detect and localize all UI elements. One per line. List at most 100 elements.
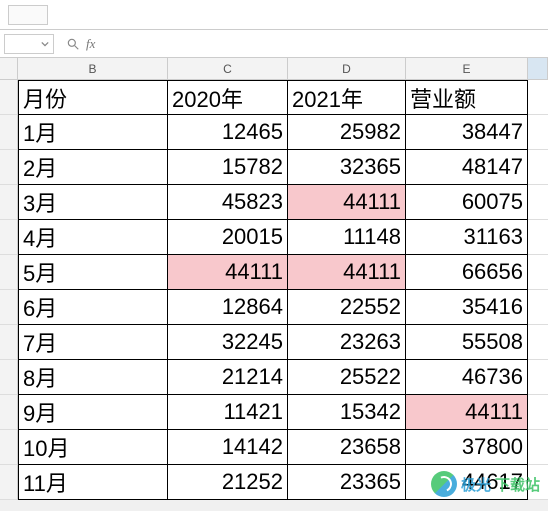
empty-cell[interactable]	[528, 360, 548, 395]
fx-label[interactable]: fx	[86, 36, 95, 52]
row-header[interactable]	[0, 465, 18, 500]
table-row: 3月458234411160075	[0, 185, 548, 220]
data-cell[interactable]: 11月	[18, 465, 168, 500]
row-header[interactable]	[0, 325, 18, 360]
table-row: 8月212142552246736	[0, 360, 548, 395]
data-cell[interactable]: 3月	[18, 185, 168, 220]
data-cell[interactable]: 10月	[18, 430, 168, 465]
data-cell[interactable]: 23658	[288, 430, 406, 465]
ribbon-tab-stub	[8, 5, 48, 25]
row-header[interactable]	[0, 395, 18, 430]
table-row: 2月157823236548147	[0, 150, 548, 185]
table-row: 9月114211534244111	[0, 395, 548, 430]
header-cell[interactable]: 月份	[18, 80, 168, 115]
data-cell[interactable]: 12864	[168, 290, 288, 325]
table-row: 11月212522336544617	[0, 465, 548, 500]
data-cell[interactable]: 44111	[168, 255, 288, 290]
data-cell[interactable]: 15342	[288, 395, 406, 430]
table-row: 10月141422365837800	[0, 430, 548, 465]
data-cell[interactable]: 21252	[168, 465, 288, 500]
table-row: 1月124652598238447	[0, 115, 548, 150]
data-cell[interactable]: 8月	[18, 360, 168, 395]
data-cell[interactable]: 22552	[288, 290, 406, 325]
name-box[interactable]	[4, 34, 54, 54]
table-header-row: 月份2020年2021年营业额	[0, 80, 548, 115]
header-cell[interactable]: 2021年	[288, 80, 406, 115]
col-header-E[interactable]: E	[406, 58, 528, 79]
row-header[interactable]	[0, 185, 18, 220]
select-all-corner[interactable]	[0, 58, 18, 79]
header-cell[interactable]: 营业额	[406, 80, 528, 115]
empty-cell[interactable]	[528, 220, 548, 255]
empty-cell[interactable]	[528, 465, 548, 500]
row-header[interactable]	[0, 360, 18, 395]
data-cell[interactable]: 44617	[406, 465, 528, 500]
data-cell[interactable]: 15782	[168, 150, 288, 185]
ribbon-stub	[0, 0, 548, 30]
table-row: 4月200151114831163	[0, 220, 548, 255]
data-cell[interactable]: 1月	[18, 115, 168, 150]
table-row: 6月128642255235416	[0, 290, 548, 325]
data-cell[interactable]: 23365	[288, 465, 406, 500]
col-header-D[interactable]: D	[288, 58, 406, 79]
empty-cell[interactable]	[528, 255, 548, 290]
data-cell[interactable]: 48147	[406, 150, 528, 185]
data-cell[interactable]: 35416	[406, 290, 528, 325]
header-cell[interactable]: 2020年	[168, 80, 288, 115]
data-cell[interactable]: 31163	[406, 220, 528, 255]
data-cell[interactable]: 21214	[168, 360, 288, 395]
empty-cell[interactable]	[528, 80, 548, 115]
data-cell[interactable]: 46736	[406, 360, 528, 395]
data-cell[interactable]: 20015	[168, 220, 288, 255]
data-cell[interactable]: 44111	[288, 255, 406, 290]
data-cell[interactable]: 66656	[406, 255, 528, 290]
data-cell[interactable]: 25982	[288, 115, 406, 150]
data-cell[interactable]: 60075	[406, 185, 528, 220]
data-cell[interactable]: 7月	[18, 325, 168, 360]
search-icon[interactable]	[66, 37, 80, 51]
row-header[interactable]	[0, 430, 18, 465]
data-cell[interactable]: 5月	[18, 255, 168, 290]
data-cell[interactable]: 11148	[288, 220, 406, 255]
data-cell[interactable]: 4月	[18, 220, 168, 255]
data-cell[interactable]: 9月	[18, 395, 168, 430]
table-row: 7月322452326355508	[0, 325, 548, 360]
formula-bar: fx	[0, 30, 548, 58]
row-header[interactable]	[0, 150, 18, 185]
row-header[interactable]	[0, 290, 18, 325]
data-cell[interactable]: 38447	[406, 115, 528, 150]
data-cell[interactable]: 25522	[288, 360, 406, 395]
table-row: 5月441114411166656	[0, 255, 548, 290]
row-header[interactable]	[0, 255, 18, 290]
row-header[interactable]	[0, 220, 18, 255]
data-cell[interactable]: 14142	[168, 430, 288, 465]
data-cell[interactable]: 55508	[406, 325, 528, 360]
data-cell[interactable]: 44111	[288, 185, 406, 220]
empty-cell[interactable]	[528, 430, 548, 465]
col-header-C[interactable]: C	[168, 58, 288, 79]
empty-cell[interactable]	[528, 150, 548, 185]
empty-cell[interactable]	[528, 115, 548, 150]
empty-cell[interactable]	[528, 185, 548, 220]
data-cell[interactable]: 44111	[406, 395, 528, 430]
data-cell[interactable]: 11421	[168, 395, 288, 430]
col-header-next[interactable]	[528, 58, 548, 79]
row-header[interactable]	[0, 115, 18, 150]
data-cell[interactable]: 37800	[406, 430, 528, 465]
data-cell[interactable]: 32245	[168, 325, 288, 360]
spreadsheet-grid[interactable]: B C D E 月份2020年2021年营业额1月124652598238447…	[0, 58, 548, 500]
column-headers: B C D E	[0, 58, 548, 80]
empty-cell[interactable]	[528, 325, 548, 360]
formula-input[interactable]	[107, 34, 544, 54]
data-cell[interactable]: 32365	[288, 150, 406, 185]
data-cell[interactable]: 12465	[168, 115, 288, 150]
data-cell[interactable]: 2月	[18, 150, 168, 185]
empty-cell[interactable]	[528, 395, 548, 430]
col-header-B[interactable]: B	[18, 58, 168, 79]
row-header[interactable]	[0, 80, 18, 115]
data-cell[interactable]: 45823	[168, 185, 288, 220]
empty-cell[interactable]	[528, 290, 548, 325]
data-cell[interactable]: 6月	[18, 290, 168, 325]
fx-group: fx	[58, 36, 103, 52]
data-cell[interactable]: 23263	[288, 325, 406, 360]
